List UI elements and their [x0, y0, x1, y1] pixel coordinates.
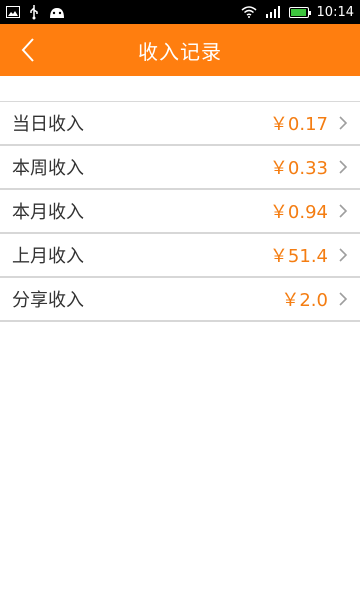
- android-icon: [50, 8, 64, 18]
- list-item-last-month[interactable]: 上月收入 ￥51.4: [0, 234, 360, 278]
- signal-icon: [265, 6, 280, 18]
- row-label: 本月收入: [12, 202, 84, 223]
- image-icon: [6, 6, 20, 18]
- row-value: ￥0.17: [269, 114, 328, 135]
- chevron-right-icon: [339, 204, 348, 218]
- status-bar: 10:14: [0, 0, 360, 24]
- list-item-month[interactable]: 本月收入 ￥0.94: [0, 190, 360, 234]
- row-label: 本周收入: [12, 158, 84, 179]
- usb-icon: [30, 5, 38, 20]
- back-button[interactable]: [6, 24, 50, 76]
- row-label: 分享收入: [12, 290, 84, 311]
- chevron-right-icon: [339, 292, 348, 306]
- list-item-share[interactable]: 分享收入 ￥2.0: [0, 278, 360, 322]
- list-item-today[interactable]: 当日收入 ￥0.17: [0, 102, 360, 146]
- income-list: 当日收入 ￥0.17 本周收入 ￥0.33 本月收入 ￥0.94 上月收入 ￥5…: [0, 101, 360, 322]
- list-item-week[interactable]: 本周收入 ￥0.33: [0, 146, 360, 190]
- row-value: ￥2.0: [281, 290, 328, 311]
- row-value: ￥0.94: [269, 202, 328, 223]
- chevron-left-icon: [21, 38, 34, 62]
- status-time: 10:14: [316, 4, 354, 20]
- row-label: 当日收入: [12, 114, 84, 135]
- chevron-right-icon: [339, 116, 348, 130]
- status-bar-left: [6, 4, 66, 20]
- row-value: ￥51.4: [269, 246, 328, 267]
- row-label: 上月收入: [12, 246, 84, 267]
- page-title: 收入记录: [138, 39, 222, 64]
- app-header: 收入记录: [0, 24, 360, 76]
- battery-icon: [288, 6, 311, 18]
- chevron-right-icon: [339, 160, 348, 174]
- row-value: ￥0.33: [269, 158, 328, 179]
- wifi-icon: [241, 6, 257, 18]
- chevron-right-icon: [339, 248, 348, 262]
- status-bar-right: 10:14: [241, 5, 354, 20]
